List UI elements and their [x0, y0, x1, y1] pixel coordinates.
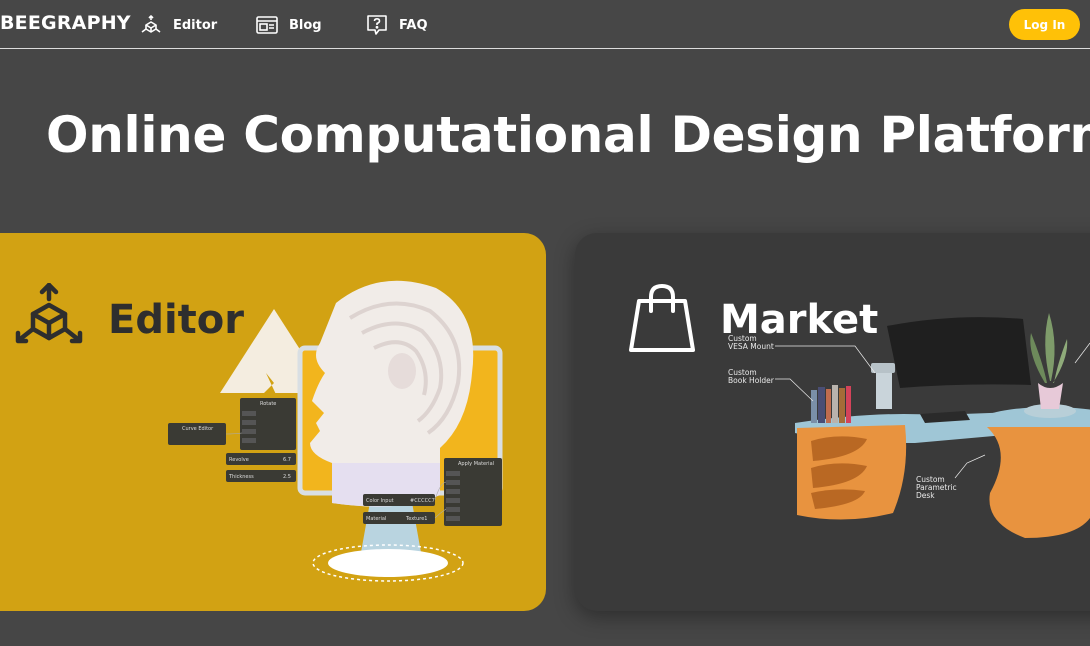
editor-card-title: Editor	[108, 297, 244, 343]
node-rotate-title: Rotate	[260, 401, 276, 407]
cube-network-icon	[141, 15, 161, 33]
browser-window-icon	[256, 16, 278, 34]
shopping-bag-icon	[629, 284, 695, 352]
editor-card[interactable]: Rotate Curve Editor Revolve 6.7 Thicknes…	[0, 233, 546, 611]
node-color-input-value: #CCCCC7	[410, 498, 435, 504]
caption-vesa-line2: VESA Mount	[728, 342, 774, 351]
page-title: Online Computational Design Platform	[46, 106, 1090, 164]
market-card[interactable]: Custom VESA Mount Custom Book Holder Cus…	[575, 233, 1090, 611]
node-apply-material-title: Apply Material	[458, 461, 494, 467]
question-bubble-icon	[367, 15, 387, 35]
node-thickness-label: Thickness	[228, 474, 254, 480]
top-navigation: BEEGRAPHY Editor Blog FAQ Log In	[0, 0, 1090, 49]
market-card-title: Market	[720, 297, 879, 343]
nav-item-blog[interactable]: Blog	[255, 13, 322, 37]
node-color-input-label: Color Input	[366, 498, 394, 504]
caption-desk-line3: Desk	[916, 491, 935, 500]
brand-logo[interactable]: BEEGRAPHY	[0, 12, 131, 34]
node-revolve-value: 6.7	[283, 457, 291, 463]
node-thickness-value: 2.5	[283, 474, 291, 480]
node-material-label: Material	[366, 516, 386, 522]
caption-book-line2: Book Holder	[728, 376, 775, 385]
nav-item-label: FAQ	[399, 17, 428, 33]
login-button[interactable]: Log In	[1009, 9, 1080, 40]
nav-item-editor[interactable]: Editor	[139, 13, 217, 37]
nav-item-label: Blog	[289, 17, 322, 33]
nav-item-faq[interactable]: FAQ	[365, 13, 428, 37]
caption-desk: Custom Parametric Desk	[916, 454, 986, 500]
node-material-value: Texture1	[405, 516, 427, 522]
caption-book-holder: Custom Book Holder	[728, 368, 814, 402]
cube-network-icon	[15, 283, 83, 344]
node-revolve-label: Revolve	[229, 457, 249, 463]
nav-item-label: Editor	[173, 17, 218, 33]
node-curve-editor-title: Curve Editor	[182, 426, 214, 432]
